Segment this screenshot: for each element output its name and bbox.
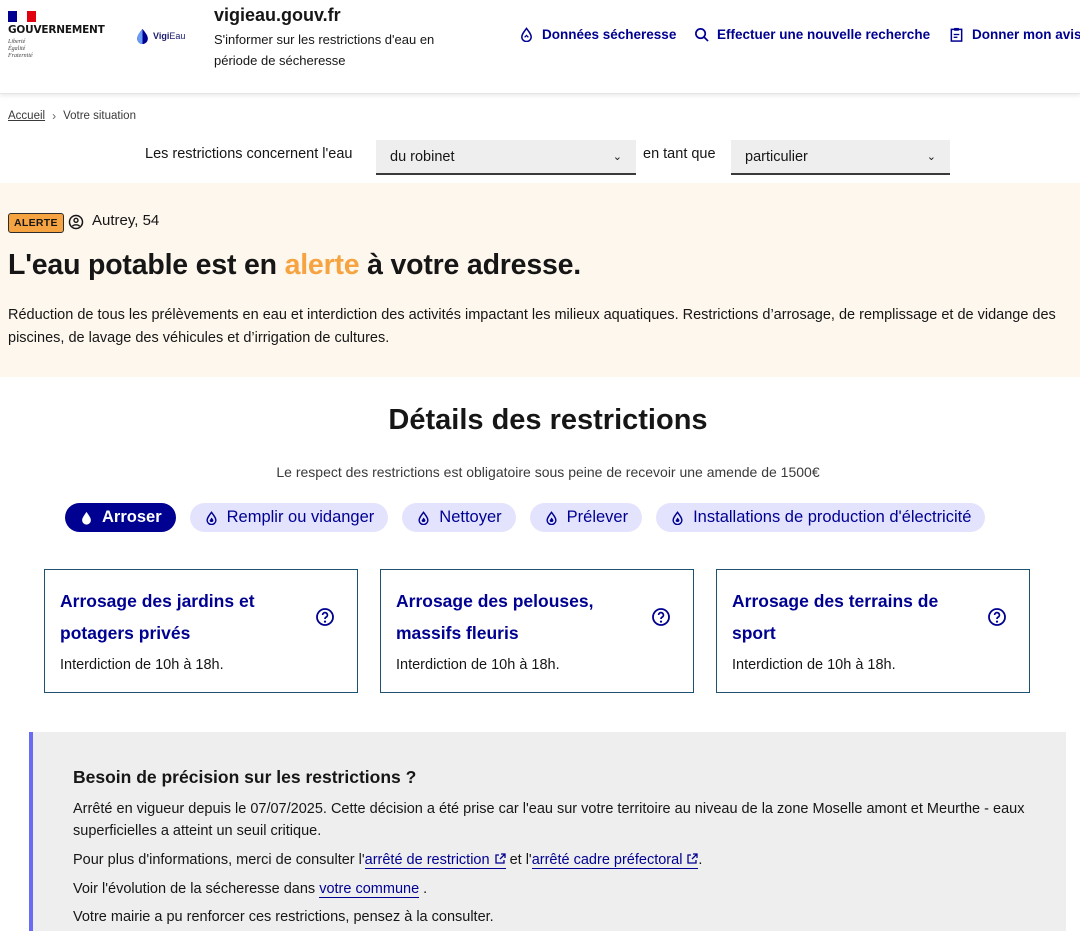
site-header: GOUVERNEMENT Liberté Égalité Fraternité … — [0, 0, 1080, 94]
motto-line: Fraternité — [8, 53, 33, 59]
chevron-down-icon: ⌄ — [612, 151, 622, 163]
breadcrumb: Accueil › Votre situation — [8, 109, 136, 123]
question-circle-icon[interactable] — [315, 607, 335, 627]
link-label: arrêté de restriction — [364, 852, 490, 868]
nav-new-search[interactable]: Effectuer une nouvelle recherche — [694, 27, 930, 42]
info-text: . — [698, 852, 703, 868]
site-identity[interactable]: vigieau.gouv.fr S'informer sur les restr… — [214, 5, 464, 71]
commune-link[interactable]: votre commune — [319, 881, 420, 898]
question-circle-icon[interactable] — [987, 607, 1007, 627]
restriction-card[interactable]: Arrosage des terrains de sport Interdict… — [716, 569, 1030, 693]
alert-level-badge: ALERTE — [8, 213, 64, 233]
water-type-label: Les restrictions concernent l'eau — [145, 146, 353, 162]
clipboard-icon — [950, 27, 963, 42]
info-links-paragraph: Pour plus d'informations, merci de consu… — [73, 849, 1033, 871]
restriction-decree-link[interactable]: arrêté de restriction — [364, 852, 506, 869]
info-text: Pour plus d'informations, merci de consu… — [73, 852, 365, 868]
profile-label: en tant que — [643, 146, 716, 162]
info-text: et l' — [505, 852, 532, 868]
gov-name: GOUVERNEMENT — [8, 24, 105, 36]
motto-line: Égalité — [8, 46, 26, 52]
tab-nettoyer[interactable]: Nettoyer — [402, 503, 516, 532]
info-text: Voir l'évolution de la sécheresse dans — [73, 881, 320, 897]
headline-text: à votre adresse. — [359, 249, 581, 281]
tab-label: Arroser — [102, 508, 162, 526]
profile-value: particulier — [745, 148, 808, 165]
restriction-card[interactable]: Arrosage des jardins et potagers privés … — [44, 569, 358, 693]
water-drop-outline-icon — [418, 510, 429, 525]
info-mayor-note: Votre mairie a pu renforcer ces restrict… — [73, 909, 494, 925]
tab-installations-electricite[interactable]: Installations de production d'électricit… — [656, 503, 986, 532]
tab-arroser[interactable]: Arroser — [65, 503, 176, 532]
card-description: Interdiction de 10h à 18h. — [732, 657, 896, 673]
drought-data-icon — [521, 27, 532, 42]
info-title: Besoin de précision sur les restrictions… — [73, 767, 417, 787]
water-drop-outline-icon — [206, 510, 217, 525]
site-name: vigieau.gouv.fr — [214, 5, 341, 25]
water-drop-outline-icon — [546, 510, 557, 525]
card-title: Arrosage des terrains de sport — [732, 591, 939, 643]
link-label: arrêté cadre préfectoral — [531, 852, 683, 868]
nav-label: Effectuer une nouvelle recherche — [717, 27, 931, 42]
question-circle-icon[interactable] — [651, 607, 671, 627]
profile-select[interactable]: particulier ⌄ — [731, 140, 950, 175]
search-icon — [695, 28, 709, 42]
water-type-select[interactable]: du robinet ⌄ — [376, 140, 636, 175]
government-logo[interactable]: GOUVERNEMENT Liberté Égalité Fraternité — [8, 11, 118, 60]
headline-level: alerte — [284, 249, 360, 281]
tab-remplir-vidanger[interactable]: Remplir ou vidanger — [189, 503, 389, 532]
external-link-icon — [687, 853, 699, 864]
tab-label: Nettoyer — [439, 508, 502, 526]
headline-text: L'eau potable est en — [8, 249, 285, 281]
info-decree-text: Arrêté en vigueur depuis le 07/07/2025. … — [73, 801, 1025, 839]
location-user-icon — [68, 214, 84, 230]
tab-label: Prélever — [566, 508, 629, 526]
nav-label: Données sécheresse — [542, 27, 677, 42]
nav-label: Donner mon avis — [972, 27, 1080, 42]
nav-give-feedback[interactable]: Donner mon avis — [949, 27, 1080, 42]
info-text: . — [419, 881, 428, 897]
card-title: Arrosage des pelouses, massifs fleuris — [396, 591, 594, 643]
restriction-card[interactable]: Arrosage des pelouses, massifs fleuris I… — [380, 569, 694, 693]
motto: Liberté Égalité Fraternité — [8, 39, 118, 60]
prefectoral-decree-link[interactable]: arrêté cadre préfectoral — [531, 852, 699, 869]
brand-suffix: Eau — [169, 31, 186, 41]
motto-line: Liberté — [8, 39, 26, 45]
tab-prelever[interactable]: Prélever — [529, 503, 643, 532]
water-drop-icon — [82, 511, 91, 525]
brand-prefix: Vigi — [153, 31, 170, 41]
water-type-value: du robinet — [390, 148, 455, 165]
nav-drought-data[interactable]: Données sécheresse — [519, 27, 676, 42]
info-commune-paragraph: Voir l'évolution de la sécheresse dans v… — [73, 878, 1033, 900]
alert-description: Réduction de tous les prélèvements en ea… — [8, 307, 1056, 346]
breadcrumb-current: Votre situation — [63, 110, 136, 122]
vigieau-wordmark: VigiEau — [153, 31, 185, 41]
tab-label: Installations de production d'électricit… — [693, 508, 972, 526]
fine-notice: Le respect des restrictions est obligato… — [276, 464, 820, 480]
info-callout: Besoin de précision sur les restrictions… — [29, 732, 1066, 931]
french-flag-icon — [8, 11, 36, 22]
card-title: Arrosage des jardins et potagers privés — [60, 591, 255, 643]
vigieau-logo[interactable]: VigiEau — [135, 28, 185, 44]
location-name: Autrey, 54 — [92, 212, 160, 229]
card-description: Interdiction de 10h à 18h. — [60, 657, 224, 673]
chevron-right-icon: › — [52, 109, 57, 123]
site-tagline: S'informer sur les restrictions d'eau en… — [214, 32, 435, 68]
tab-label: Remplir ou vidanger — [226, 508, 375, 526]
breadcrumb-home[interactable]: Accueil — [8, 110, 45, 122]
card-description: Interdiction de 10h à 18h. — [396, 657, 560, 673]
water-drop-icon — [137, 28, 148, 44]
chevron-down-icon: ⌄ — [926, 151, 936, 163]
restriction-tabs: Arroser Remplir ou vidanger Nettoyer Pré… — [65, 503, 986, 532]
water-drop-outline-icon — [672, 510, 683, 525]
external-link-icon — [494, 853, 506, 864]
alert-headline: L'eau potable est en alerte à votre adre… — [8, 249, 581, 282]
details-title: Détails des restrictions — [388, 404, 708, 436]
